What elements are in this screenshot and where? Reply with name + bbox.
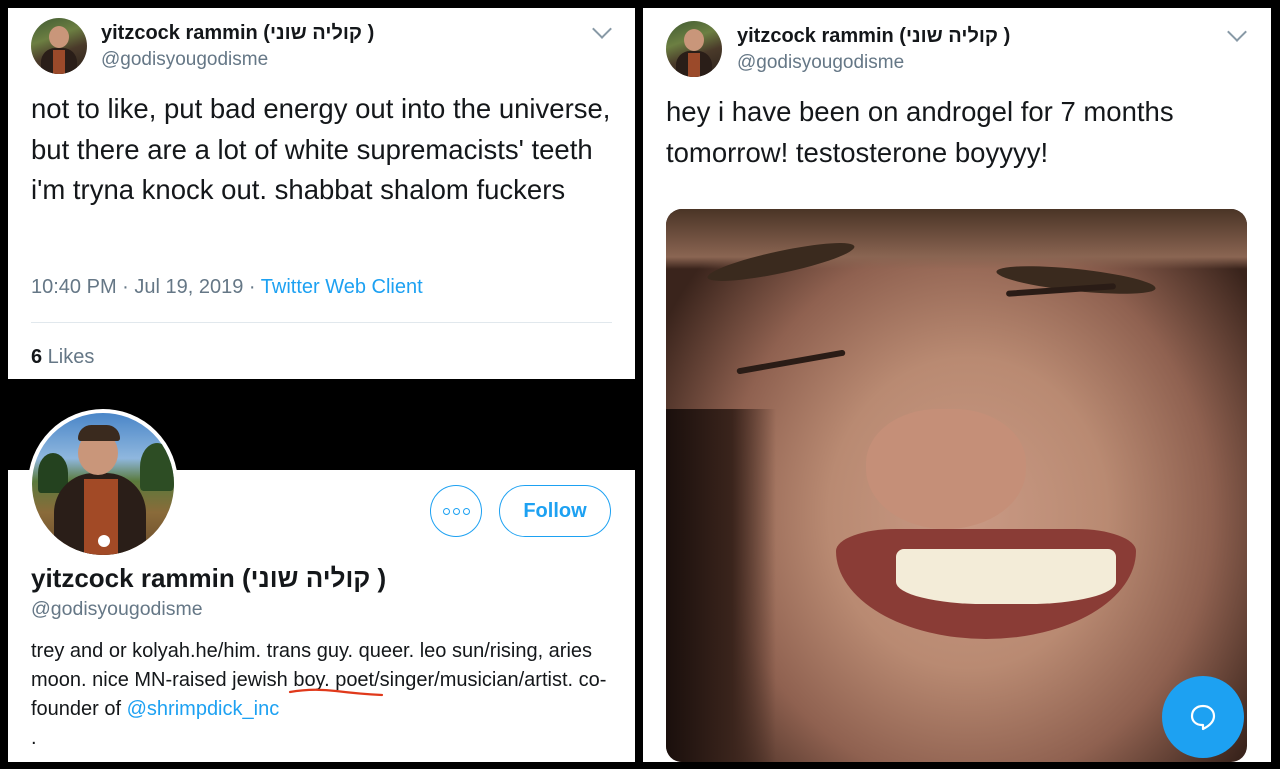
user-handle[interactable]: @godisyougodisme bbox=[737, 52, 904, 74]
likes-number: 6 bbox=[31, 346, 43, 368]
profile-display-name: yitzcock rammin (קוליה שוני ) bbox=[31, 563, 387, 593]
red-underline-annotation bbox=[288, 688, 384, 697]
bio-text: trey and or kolyah.he/him. trans guy. qu… bbox=[31, 640, 607, 720]
profile-avatar[interactable] bbox=[28, 409, 178, 559]
chevron-down-icon[interactable] bbox=[1227, 22, 1247, 42]
user-handle[interactable]: @godisyougodisme bbox=[101, 49, 268, 71]
avatar[interactable] bbox=[666, 21, 722, 77]
compose-message-button[interactable] bbox=[1162, 676, 1244, 758]
tweet-photo[interactable] bbox=[666, 209, 1247, 762]
tweet-card-1: yitzcock rammin (קוליה שוני ) @godisyoug… bbox=[8, 8, 635, 379]
tweet-card-2: yitzcock rammin (קוליה שוני ) @godisyoug… bbox=[643, 8, 1271, 762]
profile-handle: @godisyougodisme bbox=[31, 598, 203, 620]
display-name[interactable]: yitzcock rammin (קוליה שוני ) bbox=[737, 25, 1010, 48]
more-options-button[interactable] bbox=[430, 485, 482, 537]
avatar[interactable] bbox=[31, 18, 87, 74]
likes-label: Likes bbox=[42, 346, 95, 368]
follow-button[interactable]: Follow bbox=[499, 485, 611, 537]
likes-count[interactable]: 6 Likes bbox=[31, 346, 94, 369]
display-name[interactable]: yitzcock rammin (קוליה שוני ) bbox=[101, 22, 374, 45]
divider bbox=[31, 322, 612, 323]
profile-card: Follow yitzcock rammin (קוליה שוני ) @go… bbox=[8, 387, 635, 762]
chevron-down-icon[interactable] bbox=[592, 19, 612, 39]
tweet-text: hey i have been on androgel for 7 months… bbox=[666, 96, 1174, 168]
tweet-metadata: 10:40 PM · Jul 19, 2019 · Twitter Web Cl… bbox=[31, 276, 423, 299]
tweet-source-link[interactable]: Twitter Web Client bbox=[261, 276, 423, 298]
compose-message-icon bbox=[1190, 704, 1216, 731]
bio-mention-link[interactable]: @shrimpdick_inc bbox=[127, 698, 280, 720]
bio-text-end: . bbox=[31, 727, 37, 749]
more-icon bbox=[442, 507, 450, 515]
tweet-text: not to like, put bad energy out into the… bbox=[31, 93, 611, 205]
tweet-timestamp[interactable]: 10:40 PM · Jul 19, 2019 · bbox=[31, 276, 261, 298]
